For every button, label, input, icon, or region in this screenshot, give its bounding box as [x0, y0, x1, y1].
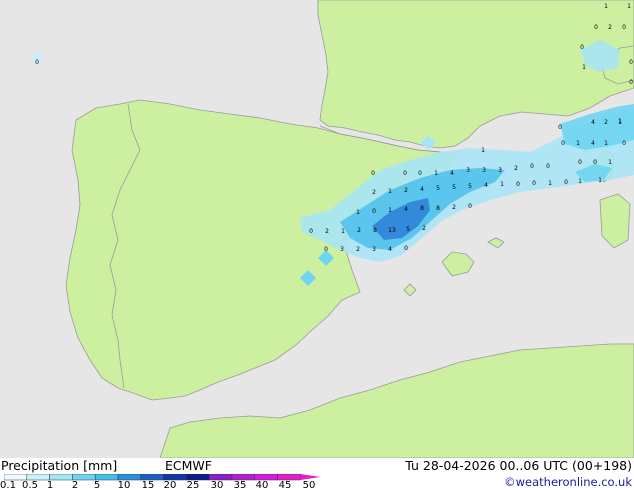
precip-value: 2 [452, 204, 456, 211]
precip-value: 0 [468, 203, 472, 210]
precip-value: 1 [618, 119, 622, 126]
legend-tick-label: 45 [278, 480, 292, 490]
legend-tick-label: 40 [255, 480, 269, 490]
precip-value: 1 [576, 140, 580, 147]
precip-value: 2 [325, 228, 329, 235]
precip-value: 1 [627, 3, 631, 10]
precip-value: 2 [514, 165, 518, 172]
legend-tick-label: 50 [302, 480, 316, 490]
precip-value: 8 [436, 205, 440, 212]
precip-value: 0 [558, 124, 562, 131]
precip-value: 0 [372, 208, 376, 215]
precip-value: 0 [593, 159, 597, 166]
precip-value: 8 [420, 205, 424, 212]
precip-value: 4 [484, 182, 488, 189]
precip-value: 2 [604, 119, 608, 126]
precip-value: 1 [582, 64, 586, 71]
legend-tick-label: 25 [186, 480, 200, 490]
legend-tick-label: 5 [93, 480, 101, 490]
precip-value: 0 [561, 140, 565, 147]
legend-tick-label: 0.1 [0, 480, 16, 490]
precip-value: 0 [35, 59, 39, 66]
precip-value: 0 [324, 246, 328, 253]
precip-value: 0 [622, 140, 626, 147]
precip-value: 3 [498, 167, 502, 174]
precip-value: 0 [403, 170, 407, 177]
precip-value: 1 [548, 180, 552, 187]
precip-value: 1 [578, 178, 582, 185]
forecast-datetime: Tu 28-04-2026 00..06 UTC (00+198) [405, 458, 632, 473]
precip-value: 4 [591, 140, 595, 147]
legend-tick-label: 20 [163, 480, 177, 490]
precip-value: 0 [629, 59, 633, 66]
precip-value: 0 [309, 228, 313, 235]
precip-value: 2 [608, 24, 612, 31]
precip-value: 0 [404, 245, 408, 252]
precipitation-map: 0 1 1 0 2 0 1 0 0 0 1 0 4 2 1 0 1 4 1 0 … [0, 0, 634, 458]
precip-value: 0 [578, 159, 582, 166]
precip-value: 2 [357, 227, 361, 234]
precip-value: 0 [564, 179, 568, 186]
precip-value: 4 [450, 170, 454, 177]
precip-value: 3 [372, 246, 376, 253]
precip-value: 0 [532, 180, 536, 187]
precip-value: 4 [388, 246, 392, 253]
precip-value: 0 [622, 24, 626, 31]
legend-title: Precipitation [mm] [1, 458, 118, 473]
precip-value: 1 [388, 207, 392, 214]
precip-value: 1 [604, 3, 608, 10]
legend-tick-label: 30 [210, 480, 224, 490]
precip-value: 2 [404, 187, 408, 194]
precip-value: 1 [341, 228, 345, 235]
precip-value: 0 [516, 181, 520, 188]
precip-value: 0 [594, 24, 598, 31]
precip-value: 4 [404, 206, 408, 213]
precip-value: 4 [591, 119, 595, 126]
precip-value: 0 [629, 79, 633, 86]
precip-value: 2 [356, 246, 360, 253]
credit-link[interactable]: ©weatheronline.co.uk [504, 475, 632, 489]
weather-map-page: 0 1 1 0 2 0 1 0 0 0 1 0 4 2 1 0 1 4 1 0 … [0, 0, 634, 490]
legend-tick-label: 2 [71, 480, 79, 490]
precip-value: 3 [466, 167, 470, 174]
precip-value: 0 [371, 170, 375, 177]
precip-value: 5 [452, 184, 456, 191]
precip-value: 5 [406, 226, 410, 233]
model-name: ECMWF [165, 458, 212, 473]
legend-tick-label: 1 [46, 480, 54, 490]
precip-value: 5 [468, 183, 472, 190]
precip-value: 13 [388, 227, 396, 234]
precip-value: 2 [372, 189, 376, 196]
precip-value: 0 [530, 163, 534, 170]
precip-value: 8 [373, 227, 377, 234]
precip-value: 2 [422, 225, 426, 232]
legend-tick-label: 10 [117, 480, 131, 490]
legend-tick-label: 15 [141, 480, 155, 490]
precip-value: 0 [580, 44, 584, 51]
precip-value: 1 [604, 140, 608, 147]
legend-swatch [49, 474, 73, 481]
precip-value: 1 [434, 170, 438, 177]
precip-value: 1 [608, 159, 612, 166]
precip-value: 1 [598, 177, 602, 184]
precip-value: 3 [482, 167, 486, 174]
precip-value: 5 [436, 185, 440, 192]
precip-value: 3 [340, 246, 344, 253]
legend-tick-label: 0.5 [22, 480, 38, 490]
precip-value: 1 [481, 147, 485, 154]
precip-value: 0 [546, 163, 550, 170]
legend-tick-label: 35 [233, 480, 247, 490]
precip-value: 1 [388, 188, 392, 195]
precip-value: 1 [500, 181, 504, 188]
precip-value: 4 [420, 186, 424, 193]
precip-value: 1 [356, 209, 360, 216]
precip-value: 0 [418, 170, 422, 177]
